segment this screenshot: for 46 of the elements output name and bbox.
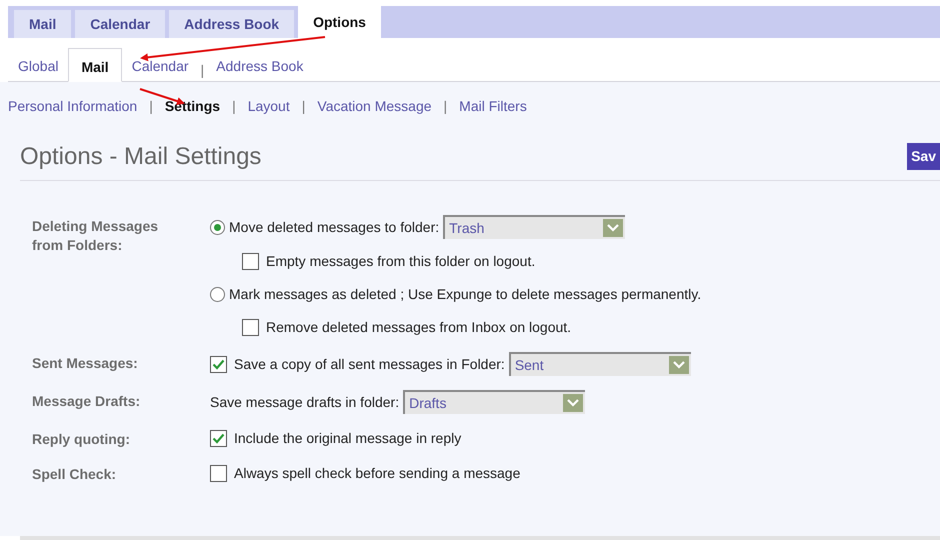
option-label: Remove deleted messages from Inbox on logout.	[266, 318, 572, 337]
tab[interactable]: Vacation Message	[307, 96, 442, 117]
tab[interactable]: Layout	[238, 96, 300, 117]
tab[interactable]: Calendar	[75, 10, 166, 38]
setting-label: Spell Check:	[32, 465, 118, 484]
radio-button[interactable]	[210, 287, 225, 302]
separator: |	[231, 97, 237, 116]
option-label: Save a copy of all sent messages in Folder:	[234, 354, 505, 374]
checkbox[interactable]	[210, 356, 227, 372]
tab[interactable]: Mail Filters	[449, 96, 537, 117]
tab[interactable]: Address Book	[169, 10, 294, 38]
option-label: Mark messages as deleted ; Use Expunge to delete messages permanently.	[229, 285, 702, 304]
setting-label: Reply quoting:	[32, 430, 131, 449]
tab[interactable]: Personal Information	[8, 96, 148, 117]
tab[interactable]: Calendar	[122, 51, 199, 81]
option-label: Move deleted messages to folder:	[229, 218, 440, 237]
option-label: Include the original message in reply	[234, 429, 462, 448]
chevron-icon	[603, 219, 624, 237]
setting-label: Deleting Messages from Folders:	[32, 217, 160, 255]
chevron-icon	[668, 356, 689, 374]
separator: |	[300, 97, 306, 116]
option-label: Save message drafts in folder:	[210, 392, 400, 412]
separator: |	[148, 97, 154, 116]
tab[interactable]: Options	[298, 6, 381, 38]
setting-label: Sent Messages:	[32, 354, 139, 373]
option-label: Empty messages from this folder on logout.	[266, 252, 536, 271]
folder-dropdown[interactable]: Sent	[508, 352, 691, 376]
option-label: Always spell check before sending a message	[234, 464, 520, 483]
separator: |	[442, 97, 448, 116]
tab[interactable]: Global	[8, 51, 68, 81]
tab[interactable]: Mail	[14, 10, 72, 38]
tab[interactable]: Mail	[68, 48, 122, 82]
checkbox[interactable]	[242, 319, 259, 336]
checkbox[interactable]	[210, 465, 227, 482]
page-title: Options - Mail Settings	[20, 142, 262, 172]
checkbox[interactable]	[242, 253, 259, 270]
tab[interactable]: Settings	[154, 96, 230, 117]
separator: |	[200, 61, 206, 80]
radio-button[interactable]	[210, 220, 225, 234]
chevron-icon	[563, 394, 584, 412]
checkbox[interactable]	[210, 430, 227, 447]
setting-label: Message Drafts:	[32, 392, 142, 411]
folder-dropdown[interactable]: Drafts	[403, 390, 586, 414]
folder-dropdown[interactable]: Trash	[443, 215, 626, 239]
tab[interactable]: Address Book	[206, 51, 314, 81]
save-button[interactable]: Sav	[907, 143, 940, 170]
